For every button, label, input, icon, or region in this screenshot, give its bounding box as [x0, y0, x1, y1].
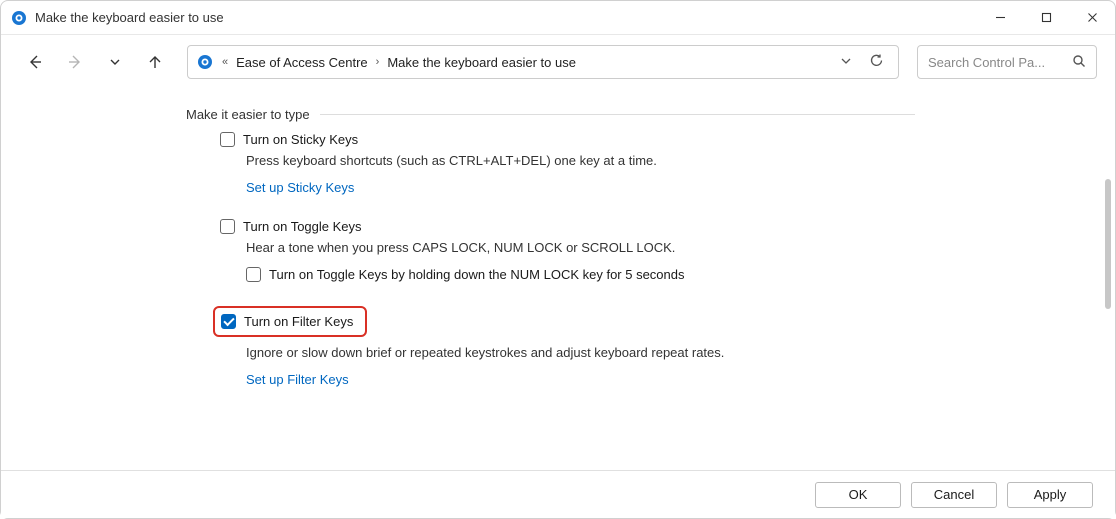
ok-button[interactable]: OK: [815, 482, 901, 508]
section-heading: Make it easier to type: [186, 107, 915, 122]
toggle-keys-numlock-label: Turn on Toggle Keys by holding down the …: [269, 267, 685, 282]
toggle-keys-row[interactable]: Turn on Toggle Keys: [186, 219, 915, 234]
breadcrumb-seg-keyboard[interactable]: Make the keyboard easier to use: [387, 55, 576, 70]
minimize-button[interactable]: [977, 1, 1023, 34]
sticky-keys-row[interactable]: Turn on Sticky Keys: [186, 132, 915, 147]
maximize-button[interactable]: [1023, 1, 1069, 34]
app-icon: [11, 10, 27, 26]
content-area: Make it easier to type Turn on Sticky Ke…: [1, 89, 1115, 470]
sticky-keys-label: Turn on Sticky Keys: [243, 132, 358, 147]
refresh-icon[interactable]: [869, 53, 884, 71]
back-button[interactable]: [19, 46, 51, 78]
footer: OK Cancel Apply: [1, 470, 1115, 518]
cancel-button[interactable]: Cancel: [911, 482, 997, 508]
search-box[interactable]: [917, 45, 1097, 79]
breadcrumb-seg-ease[interactable]: Ease of Access Centre: [236, 55, 368, 70]
sticky-keys-checkbox[interactable]: [220, 132, 235, 147]
chevron-right-icon: ›: [374, 56, 382, 68]
forward-button[interactable]: [59, 46, 91, 78]
search-input[interactable]: [928, 55, 1048, 70]
divider: [320, 114, 915, 115]
filter-keys-highlight: Turn on Filter Keys: [213, 306, 367, 337]
navbar: « Ease of Access Centre › Make the keybo…: [1, 35, 1115, 89]
filter-keys-checkbox[interactable]: [221, 314, 236, 329]
filter-keys-label: Turn on Filter Keys: [244, 314, 353, 329]
toggle-keys-numlock-row[interactable]: Turn on Toggle Keys by holding down the …: [186, 267, 915, 282]
sticky-keys-desc: Press keyboard shortcuts (such as CTRL+A…: [186, 153, 915, 168]
apply-button[interactable]: Apply: [1007, 482, 1093, 508]
section-heading-label: Make it easier to type: [186, 107, 310, 122]
window-controls: [977, 1, 1115, 34]
history-dropdown[interactable]: [99, 46, 131, 78]
setup-sticky-keys-link[interactable]: Set up Sticky Keys: [246, 180, 354, 195]
filter-keys-desc: Ignore or slow down brief or repeated ke…: [186, 345, 915, 360]
toggle-keys-desc: Hear a tone when you press CAPS LOCK, NU…: [186, 240, 915, 255]
scrollbar[interactable]: [1105, 179, 1111, 309]
chevron-left-icon: «: [220, 56, 230, 68]
breadcrumb-icon: [196, 53, 214, 71]
toggle-keys-checkbox[interactable]: [220, 219, 235, 234]
toggle-keys-numlock-checkbox[interactable]: [246, 267, 261, 282]
toggle-keys-label: Turn on Toggle Keys: [243, 219, 362, 234]
breadcrumb[interactable]: « Ease of Access Centre › Make the keybo…: [187, 45, 899, 79]
titlebar: Make the keyboard easier to use: [1, 1, 1115, 35]
search-icon[interactable]: [1072, 54, 1086, 71]
close-button[interactable]: [1069, 1, 1115, 34]
up-button[interactable]: [139, 46, 171, 78]
window-title: Make the keyboard easier to use: [35, 10, 224, 25]
setup-filter-keys-link[interactable]: Set up Filter Keys: [246, 372, 349, 387]
breadcrumb-dropdown-icon[interactable]: [839, 54, 853, 71]
